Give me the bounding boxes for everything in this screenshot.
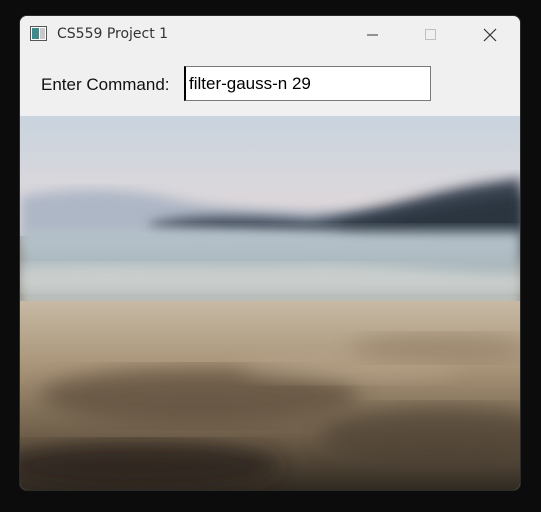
blurred-beach-photo [20, 116, 520, 490]
app-icon [30, 26, 47, 41]
command-label: Enter Command: [41, 75, 170, 94]
title-bar[interactable]: CS559 Project 1 [20, 16, 520, 54]
minimize-icon [367, 34, 378, 35]
close-icon [483, 28, 497, 41]
command-input[interactable] [184, 66, 431, 101]
image-canvas [20, 116, 520, 490]
command-bar: Enter Command: [20, 54, 520, 116]
window-title: CS559 Project 1 [57, 26, 169, 42]
maximize-icon [425, 28, 436, 40]
app-window: CS559 Project 1 Enter Command: [19, 15, 521, 491]
close-button[interactable] [467, 16, 513, 53]
maximize-button [408, 16, 454, 53]
minimize-button[interactable] [350, 16, 396, 53]
